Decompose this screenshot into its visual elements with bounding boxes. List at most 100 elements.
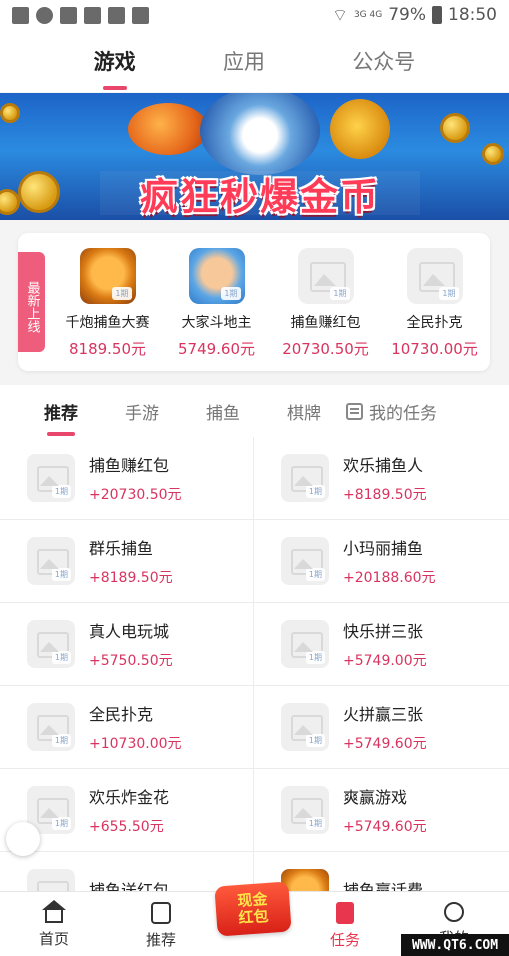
gold-coin-graphic bbox=[0, 103, 20, 123]
placeholder-image-icon: 1期 bbox=[27, 620, 75, 668]
game-list-item[interactable]: 1期 捕鱼赚红包 +20730.50元 bbox=[0, 437, 254, 520]
game-list-item[interactable]: 捕鱼赢话费 bbox=[254, 852, 509, 891]
game-reward: +10730.00元 bbox=[89, 736, 182, 752]
new-game-item[interactable]: 1期 大家斗地主 5749.60元 bbox=[162, 248, 271, 359]
game-reward: +5749.60元 bbox=[343, 736, 427, 752]
new-game-price: 20730.50元 bbox=[282, 340, 369, 358]
game-reward: +5749.60元 bbox=[343, 819, 427, 835]
top-tabs: 游戏 应用 公众号 bbox=[0, 30, 509, 92]
game-name: 全民扑克 bbox=[89, 705, 154, 724]
game-grid: 1期 捕鱼赚红包 +20730.50元 1期 欢乐捕鱼人 +8189.50元 1期 群乐捕… bbox=[0, 437, 509, 891]
tab-board-games[interactable]: 棋牌 bbox=[287, 399, 321, 424]
game-name: 小玛丽捕鱼 bbox=[343, 539, 424, 558]
game-reward: +8189.50元 bbox=[89, 570, 173, 586]
placeholder-image-icon: 1期 bbox=[281, 620, 329, 668]
period-tag: 1期 bbox=[221, 287, 241, 300]
gold-coin-graphic bbox=[18, 171, 60, 213]
nav-tasks-label: 任务 bbox=[329, 931, 360, 949]
period-tag: 1期 bbox=[305, 651, 325, 664]
doudizhu-icon: 1期 bbox=[188, 248, 245, 304]
shark-graphic bbox=[200, 93, 320, 175]
game-list-item[interactable]: 1期 群乐捕鱼 +8189.50元 bbox=[0, 520, 254, 603]
game-reward: +20730.50元 bbox=[89, 487, 182, 503]
tab-official-accounts[interactable]: 公众号 bbox=[344, 46, 423, 76]
period-tag: 1期 bbox=[305, 817, 325, 830]
new-game-price: 8189.50元 bbox=[68, 340, 147, 358]
new-game-name: 全民扑克 bbox=[406, 315, 463, 331]
period-tag: 1期 bbox=[305, 734, 325, 747]
cash-red-packet-button[interactable]: 现金 红包 bbox=[214, 881, 292, 937]
placeholder-image-icon: 1期 bbox=[281, 537, 329, 585]
system-icons: ⌔ 3G 4G 79% 18:50 bbox=[332, 5, 497, 26]
game-reward: +5749.00元 bbox=[343, 653, 427, 669]
home-icon bbox=[42, 900, 66, 923]
clock: 18:50 bbox=[448, 5, 497, 25]
new-release-badge: 最新上线 bbox=[18, 252, 45, 352]
status-bar: ⌔ 3G 4G 79% 18:50 bbox=[0, 0, 509, 30]
new-game-name: 捕鱼赚红包 bbox=[290, 315, 361, 331]
tab-games[interactable]: 游戏 bbox=[86, 46, 144, 90]
period-tag: 1期 bbox=[439, 287, 459, 300]
placeholder-image-icon: 1期 bbox=[27, 703, 75, 751]
square-icon bbox=[84, 6, 101, 24]
bag-icon bbox=[60, 6, 77, 24]
clownfish-graphic bbox=[128, 103, 208, 155]
fish-game-icon: 1期 bbox=[79, 248, 136, 304]
gold-coin-graphic bbox=[0, 189, 20, 215]
floating-assistive-button[interactable] bbox=[6, 822, 40, 856]
tab-fishing[interactable]: 捕鱼 bbox=[206, 399, 240, 424]
battery-icon bbox=[432, 6, 442, 24]
game-list-item[interactable]: 1期 小玛丽捕鱼 +20188.60元 bbox=[254, 520, 509, 603]
game-list-item[interactable]: 1期 全民扑克 +10730.00元 bbox=[0, 686, 254, 769]
red-packet-line2: 红包 bbox=[237, 906, 270, 928]
game-name: 捕鱼送红包 bbox=[89, 881, 170, 891]
notification-icons bbox=[12, 6, 149, 24]
nav-home[interactable]: 首页 bbox=[19, 900, 89, 949]
nav-recommend[interactable]: 推荐 bbox=[126, 902, 196, 950]
tab-mobile-games[interactable]: 手游 bbox=[125, 399, 159, 424]
game-list-item[interactable]: 1期 爽赢游戏 +5749.60元 bbox=[254, 769, 509, 852]
period-tag: 1期 bbox=[51, 568, 71, 581]
game-reward: +5750.50元 bbox=[89, 653, 173, 669]
game-name: 快乐拼三张 bbox=[343, 622, 424, 641]
placeholder-image-icon: 1期 bbox=[27, 537, 75, 585]
placeholder-image-icon: 1期 bbox=[406, 248, 463, 304]
game-list-item[interactable]: 1期 欢乐捕鱼人 +8189.50元 bbox=[254, 437, 509, 520]
period-tag: 1期 bbox=[51, 651, 71, 664]
my-tasks-button[interactable]: 我的任务 bbox=[346, 399, 437, 424]
image-icon bbox=[108, 6, 125, 24]
period-tag: 1期 bbox=[112, 287, 132, 300]
game-list-item[interactable]: 1期 真人电玩城 +5750.50元 bbox=[0, 603, 254, 686]
period-tag: 1期 bbox=[305, 568, 325, 581]
game-name: 捕鱼赚红包 bbox=[89, 456, 170, 475]
new-game-price: 5749.60元 bbox=[177, 340, 256, 358]
battery-percent: 79% bbox=[388, 5, 426, 25]
my-tasks-label: 我的任务 bbox=[369, 403, 437, 424]
game-reward: +8189.50元 bbox=[343, 487, 427, 503]
new-game-item[interactable]: 1期 千炮捕鱼大赛 8189.50元 bbox=[53, 248, 162, 359]
banner-title: 疯狂秒爆金币 bbox=[100, 171, 420, 219]
new-games-list: 1期 千炮捕鱼大赛 8189.50元 1期 大家斗地主 5749.60元 1期 … bbox=[53, 248, 490, 359]
game-name: 捕鱼赢话费 bbox=[343, 881, 424, 891]
wifi-icon: ⌔ bbox=[331, 5, 348, 26]
pulse-icon bbox=[132, 6, 149, 24]
tab-recommended[interactable]: 推荐 bbox=[44, 399, 78, 436]
new-game-item[interactable]: 1期 捕鱼赚红包 20730.50元 bbox=[271, 248, 380, 359]
period-tag: 1期 bbox=[51, 734, 71, 747]
placeholder-image-icon: 1期 bbox=[281, 454, 329, 502]
nav-tasks[interactable]: 任务 bbox=[310, 902, 380, 950]
game-name: 群乐捕鱼 bbox=[89, 539, 154, 558]
period-tag: 1期 bbox=[51, 485, 71, 498]
tab-apps[interactable]: 应用 bbox=[215, 46, 273, 76]
recommend-icon bbox=[151, 902, 171, 924]
game-list-item[interactable]: 1期捕鱼送红包 bbox=[0, 852, 254, 891]
game-reward: +655.50元 bbox=[89, 819, 164, 835]
game-list-item[interactable]: 1期 火拼赢三张 +5749.60元 bbox=[254, 686, 509, 769]
game-reward: +20188.60元 bbox=[343, 570, 436, 586]
app-screen: ⌔ 3G 4G 79% 18:50 游戏 应用 公众号 疯狂秒爆金币 最新上线 … bbox=[0, 0, 509, 956]
promo-banner[interactable]: 疯狂秒爆金币 bbox=[0, 93, 509, 220]
game-list-item[interactable]: 1期 快乐拼三张 +5749.00元 bbox=[254, 603, 509, 686]
game-name: 爽赢游戏 bbox=[343, 788, 408, 807]
new-game-name: 千炮捕鱼大赛 bbox=[65, 315, 150, 331]
new-game-item[interactable]: 1期 全民扑克 10730.00元 bbox=[380, 248, 489, 359]
